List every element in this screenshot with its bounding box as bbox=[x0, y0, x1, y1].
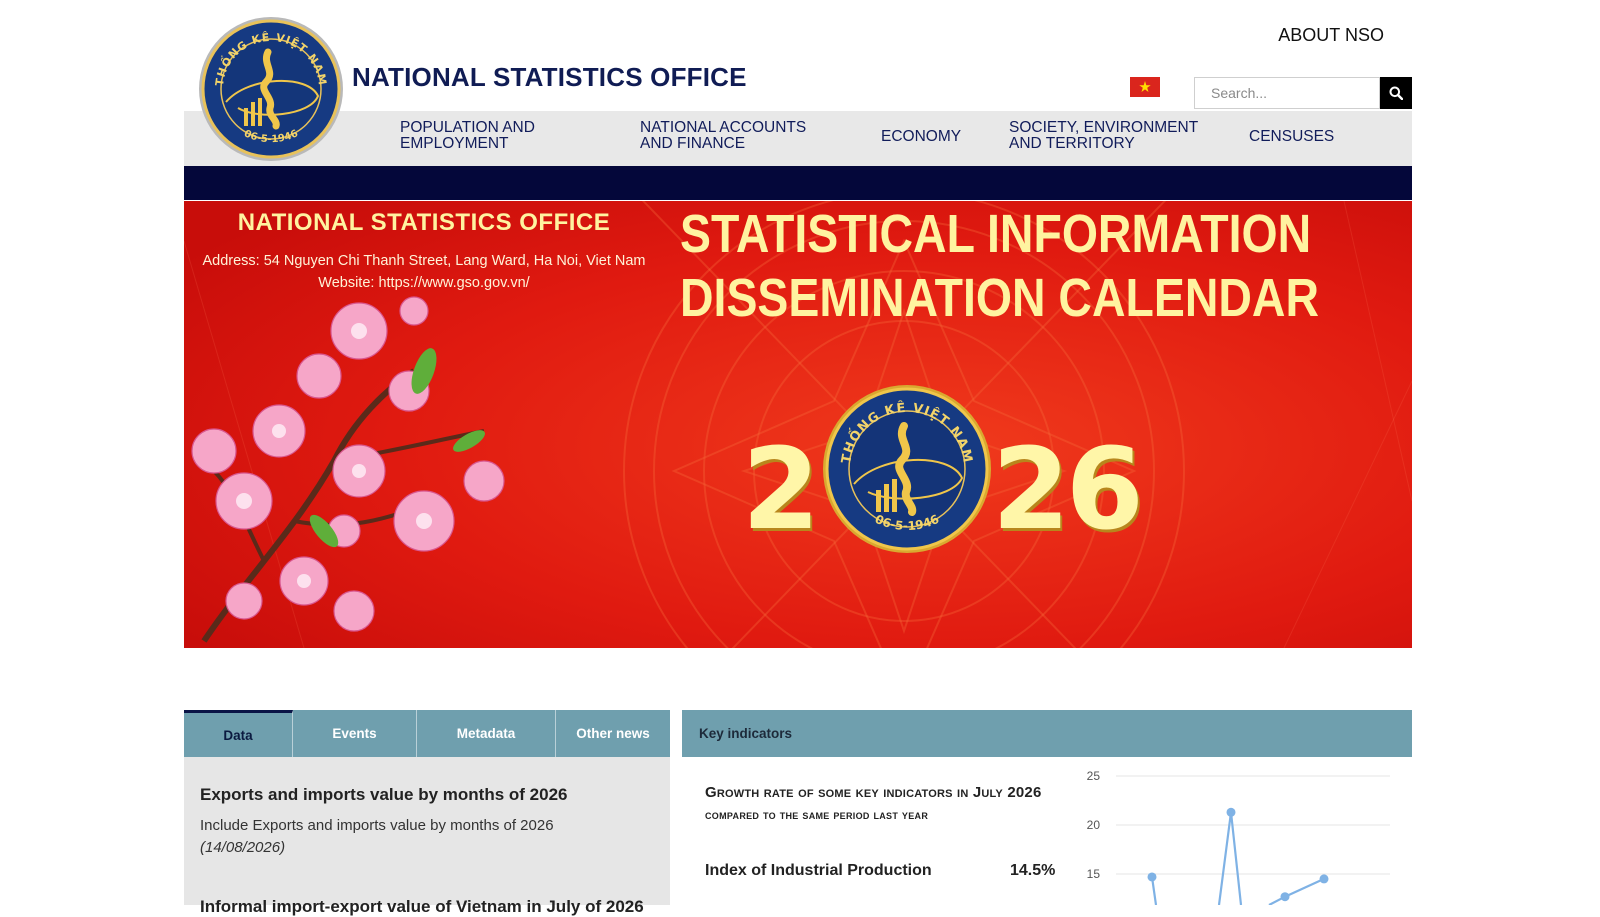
nav-economy[interactable]: ECONOMY bbox=[881, 129, 961, 145]
about-nso-link[interactable]: ABOUT NSO bbox=[1278, 25, 1384, 46]
page: THỐNG KÊ VIỆT NAM 06-5-1946 NATIONAL STA… bbox=[184, 0, 1412, 916]
banner-heading-line2: DISSEMINATION CALENDAR bbox=[680, 268, 1319, 328]
chart-data-point[interactable] bbox=[1280, 892, 1290, 902]
search-icon bbox=[1389, 86, 1403, 100]
chart-y-tick-label: 20 bbox=[1087, 818, 1101, 832]
tab-data[interactable]: Data bbox=[184, 710, 293, 757]
nav-divider-bar bbox=[184, 166, 1412, 200]
key-indicators-subtitle-2: compared to the same period last year bbox=[705, 808, 929, 822]
search-box bbox=[1194, 77, 1422, 109]
news-panel: Exports and imports value by months of 2… bbox=[184, 757, 670, 916]
vietnam-flag-icon[interactable] bbox=[1130, 77, 1160, 97]
chart-data-point[interactable] bbox=[1319, 874, 1329, 884]
main-nav: POPULATION AND EMPLOYMENT NATIONAL ACCOUN… bbox=[184, 111, 1412, 166]
banner-address: Address: 54 Nguyen Chi Thanh Street, Lan… bbox=[202, 253, 646, 269]
banner-org-title: NATIONAL STATISTICS OFFICE bbox=[237, 209, 611, 236]
banner-website: Website: https://www.gso.gov.vn/ bbox=[318, 275, 530, 291]
key-indicators-header: Key indicators bbox=[682, 710, 1412, 757]
site-title[interactable]: NATIONAL STATISTICS OFFICE bbox=[352, 62, 747, 93]
tab-metadata[interactable]: Metadata bbox=[417, 710, 556, 757]
news-tabs: Data Events Metadata Other news bbox=[184, 710, 670, 757]
tab-events[interactable]: Events bbox=[293, 710, 417, 757]
chart-y-tick-label: 25 bbox=[1087, 769, 1101, 783]
hero-banner[interactable]: NATIONAL STATISTICS OFFICE Address: 54 N… bbox=[184, 201, 1412, 648]
chart-data-point[interactable] bbox=[1147, 872, 1157, 882]
nav-censuses[interactable]: CENSUSES bbox=[1249, 129, 1334, 145]
nav-society-environment-territory[interactable]: SOCIETY, ENVIRONMENT AND TERRITORY bbox=[1009, 120, 1198, 152]
nso-logo[interactable]: THỐNG KÊ VIỆT NAM 06-5-1946 bbox=[198, 16, 344, 162]
banner-heading-line1: STATISTICAL INFORMATION bbox=[680, 204, 1312, 264]
search-input[interactable] bbox=[1194, 77, 1380, 109]
nav-population-employment[interactable]: POPULATION AND EMPLOYMENT bbox=[400, 120, 535, 152]
news-item-description: Include Exports and imports value by mon… bbox=[200, 817, 554, 834]
indicator-name[interactable]: Index of Industrial Production bbox=[705, 862, 932, 880]
chart-data-point[interactable] bbox=[1226, 807, 1236, 817]
key-indicators-subtitle: Growth rate of some key indicators in Ju… bbox=[705, 784, 1042, 801]
banner-year-left: 2 bbox=[742, 425, 820, 555]
indicator-value: 14.5% bbox=[1010, 862, 1056, 879]
search-button[interactable] bbox=[1380, 77, 1412, 109]
key-indicators-chart: 25 20 15 bbox=[1087, 769, 1390, 905]
chart-series-line bbox=[1150, 812, 1325, 905]
chart-y-tick-label: 15 bbox=[1087, 867, 1101, 881]
banner-emblem: THỐNG KÊ VIỆT NAM 06-5-1946 bbox=[823, 385, 991, 553]
tab-other-news[interactable]: Other news bbox=[556, 710, 670, 757]
banner-year-right: 26 bbox=[992, 425, 1144, 555]
nav-national-accounts-finance[interactable]: NATIONAL ACCOUNTS AND FINANCE bbox=[640, 120, 806, 152]
news-item-next-title[interactable]: Informal import-export value of Vietnam … bbox=[200, 897, 644, 917]
news-item-date: (14/08/2026) bbox=[200, 839, 286, 856]
news-item-title[interactable]: Exports and imports value by months of 2… bbox=[200, 785, 567, 805]
